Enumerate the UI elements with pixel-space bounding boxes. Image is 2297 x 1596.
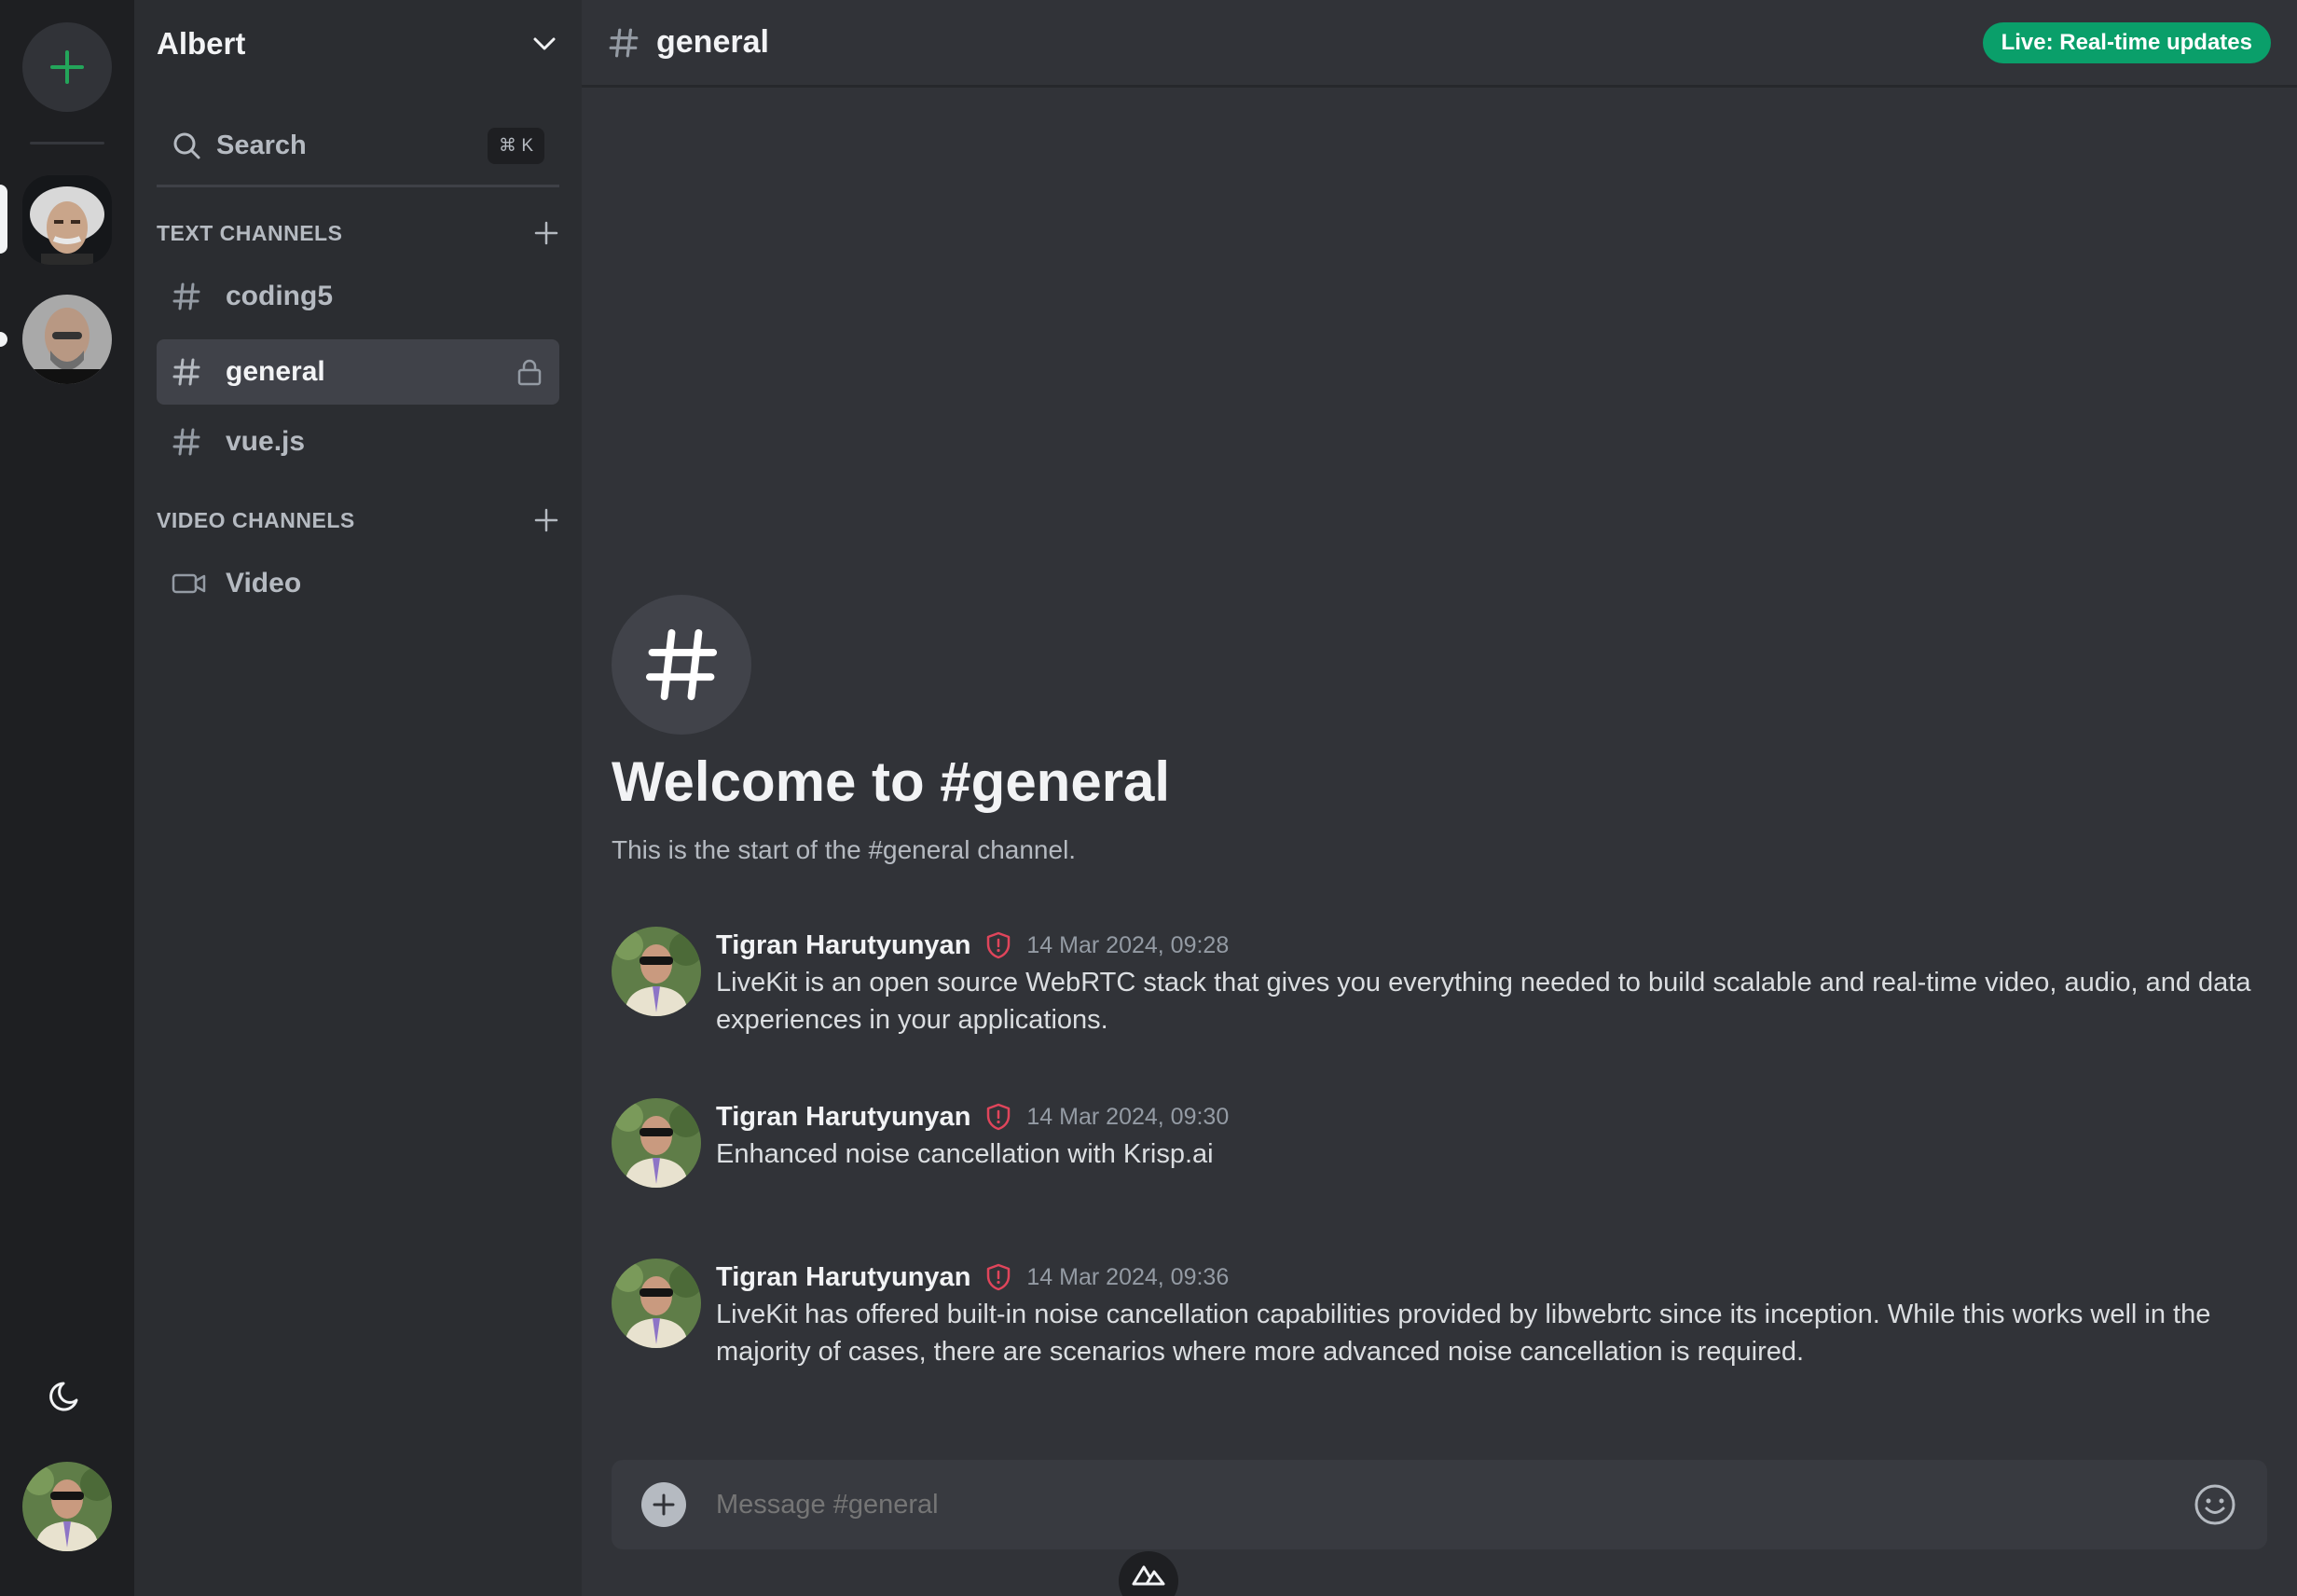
live-status-badge: Live: Real-time updates <box>1982 21 2271 63</box>
search-button[interactable]: Search ⌘ K <box>157 112 559 179</box>
message-text: LiveKit is an open source WebRTC stack t… <box>716 968 2251 1035</box>
smiley-icon <box>2194 1484 2235 1525</box>
nuxt-devtools-button[interactable] <box>1119 1551 1178 1596</box>
nuxt-logo-icon <box>1132 1565 1165 1586</box>
message-author[interactable]: Tigran Harutyunyan <box>716 930 970 961</box>
hash-icon <box>172 428 200 456</box>
channel-title: general <box>656 24 769 60</box>
sidebar-divider <box>157 185 559 187</box>
add-server-button[interactable] <box>22 22 112 112</box>
user-avatar-image <box>22 1462 112 1551</box>
app-window: Albert Search ⌘ K TEXT CHANNELS coding5 … <box>0 0 2297 1596</box>
add-video-channel-icon[interactable] <box>533 507 559 533</box>
server-icon-second[interactable] <box>22 295 112 384</box>
message-timestamp: 14 Mar 2024, 09:30 <box>1026 1103 1230 1130</box>
message-timestamp: 14 Mar 2024, 09:28 <box>1026 931 1230 958</box>
author-avatar-image <box>612 927 701 1016</box>
shield-alert-icon <box>987 1263 1011 1291</box>
user-avatar[interactable] <box>22 1462 112 1551</box>
message-author[interactable]: Tigran Harutyunyan <box>716 1262 970 1293</box>
lock-icon <box>517 359 542 386</box>
channel-label: coding5 <box>226 281 334 311</box>
channel-label: vue.js <box>226 426 306 457</box>
hash-icon <box>172 282 200 310</box>
chat-area: general Live: Real-time updates Welcome … <box>582 0 2297 1596</box>
message-author[interactable]: Tigran Harutyunyan <box>716 1102 970 1133</box>
channel-item-vuejs[interactable]: vue.js <box>157 409 559 475</box>
channel-label: general <box>226 356 325 387</box>
welcome-subtitle: This is the start of the #general channe… <box>612 835 1077 864</box>
message-composer <box>612 1460 2267 1549</box>
server-header[interactable]: Albert <box>134 0 582 88</box>
author-avatar-image <box>612 1259 701 1348</box>
server-name: Albert <box>157 26 246 61</box>
rail-separator <box>30 142 104 144</box>
hash-icon <box>172 358 200 386</box>
video-channels-title: VIDEO CHANNELS <box>157 507 355 532</box>
message-avatar[interactable] <box>612 927 701 1016</box>
add-text-channel-icon[interactable] <box>533 220 559 246</box>
server-avatar-einstein <box>22 175 112 265</box>
video-channels-header: VIDEO CHANNELS <box>157 502 559 539</box>
attach-button[interactable] <box>641 1482 686 1527</box>
search-label: Search <box>216 130 307 160</box>
channel-label: Video <box>226 568 302 598</box>
search-shortcut: ⌘ K <box>488 127 544 164</box>
search-icon <box>173 132 200 159</box>
plus-icon <box>50 50 84 84</box>
author-avatar-image <box>612 1098 701 1188</box>
message-input[interactable] <box>716 1489 2193 1520</box>
unread-server-indicator <box>0 332 7 347</box>
shield-alert-icon <box>987 1103 1011 1131</box>
hash-icon <box>645 628 718 701</box>
channel-sidebar: Albert Search ⌘ K TEXT CHANNELS coding5 … <box>134 0 582 1596</box>
server-rail <box>0 0 134 1596</box>
text-channels-title: TEXT CHANNELS <box>157 220 343 245</box>
channel-welcome-icon <box>612 595 751 735</box>
channel-item-video[interactable]: Video <box>157 551 559 616</box>
emoji-button[interactable] <box>2193 1482 2237 1527</box>
plus-icon <box>653 1493 675 1516</box>
message-text: LiveKit has offered built-in noise cance… <box>716 1300 2211 1367</box>
welcome-title: Welcome to #general <box>612 750 1171 813</box>
server-avatar-portrait <box>22 295 112 384</box>
hash-icon <box>609 28 639 57</box>
message-avatar[interactable] <box>612 1098 701 1188</box>
chevron-down-icon[interactable] <box>530 29 559 59</box>
moon-icon <box>49 1382 78 1411</box>
text-channels-header: TEXT CHANNELS <box>157 214 559 252</box>
theme-toggle-button[interactable] <box>45 1372 89 1417</box>
message-avatar[interactable] <box>612 1259 701 1348</box>
active-server-indicator <box>0 185 7 254</box>
video-camera-icon <box>172 573 206 594</box>
message-timestamp: 14 Mar 2024, 09:36 <box>1026 1263 1230 1290</box>
channel-item-coding5[interactable]: coding5 <box>157 264 559 329</box>
server-icon-albert[interactable] <box>22 175 112 265</box>
message-text: Enhanced noise cancellation with Krisp.a… <box>716 1139 1214 1169</box>
channel-topbar: general Live: Real-time updates <box>582 0 2297 88</box>
shield-alert-icon <box>987 931 1011 959</box>
channel-item-general[interactable]: general <box>157 339 559 405</box>
